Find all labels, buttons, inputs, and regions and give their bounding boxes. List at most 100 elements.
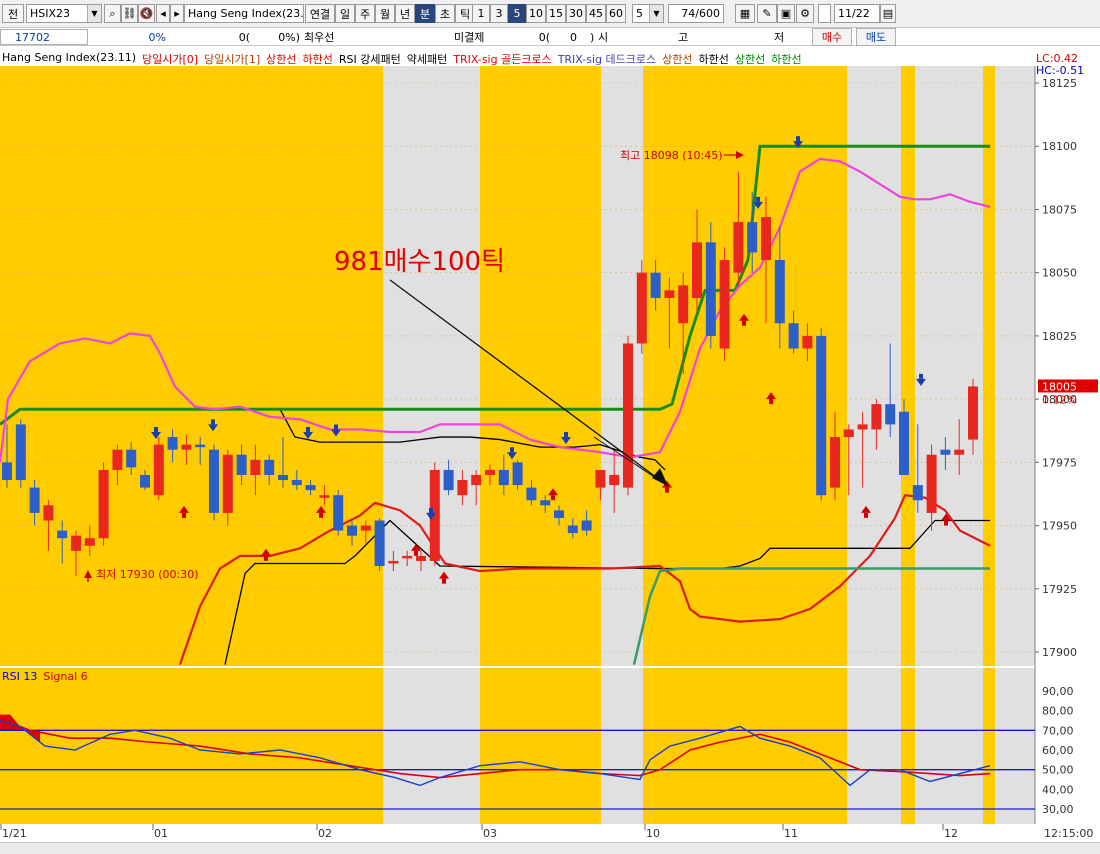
candle-body: [140, 474, 150, 488]
symbol-select[interactable]: HSIX23 ▼: [26, 4, 102, 23]
legend-item[interactable]: 상한선: [266, 51, 296, 67]
price-tick-label: 18125: [1042, 77, 1077, 90]
candle-body: [595, 469, 606, 488]
period-button[interactable]: 월: [375, 4, 395, 23]
scroll-right-icon[interactable]: ▸: [170, 4, 184, 23]
period-button[interactable]: 연결: [305, 4, 335, 23]
date-checkbox[interactable]: [818, 4, 831, 23]
session-band: [383, 668, 480, 824]
legend-item[interactable]: 하한선: [303, 51, 333, 67]
candle-body: [153, 444, 164, 496]
link-icon[interactable]: ⛓: [121, 4, 138, 23]
buy-arrow-icon: [864, 512, 868, 518]
buy-button[interactable]: 매수: [812, 28, 852, 46]
candle-body: [347, 525, 357, 536]
period-button[interactable]: 년: [395, 4, 415, 23]
legend-item[interactable]: 당일시가[1]: [204, 51, 260, 67]
interval-value: 5: [636, 7, 643, 20]
interval-button[interactable]: 10: [526, 4, 546, 23]
candle-body: [250, 459, 261, 475]
legend-item[interactable]: 하한선: [771, 51, 801, 67]
sell-arrow-icon: [510, 447, 514, 453]
save-icon[interactable]: ▣: [777, 4, 795, 23]
sell-arrow-icon: [796, 136, 800, 142]
legend-item[interactable]: TRIX-sig 데드크로스: [558, 51, 656, 67]
interval-button[interactable]: 30: [566, 4, 586, 23]
candle-body: [733, 222, 744, 273]
price-field: 17702: [0, 29, 88, 45]
candle-body: [416, 555, 426, 561]
legend-item[interactable]: 당일시가[0]: [142, 51, 198, 67]
chevron-down-icon[interactable]: ▼: [649, 5, 663, 22]
session-band: [915, 668, 983, 824]
draw-tool-icon[interactable]: ✎: [757, 4, 777, 23]
candle-body: [319, 495, 330, 498]
candle-body: [291, 480, 302, 486]
candle-body: [236, 454, 247, 475]
count-field[interactable]: 74/600: [668, 4, 724, 23]
name-field[interactable]: Hang Seng Index(23.1: [184, 4, 304, 23]
session-band: [601, 668, 643, 824]
tab-button[interactable]: 전: [2, 4, 24, 23]
sell-button[interactable]: 매도: [856, 28, 896, 46]
interval-button[interactable]: 45: [586, 4, 606, 23]
chart-tool-icon[interactable]: ▦: [735, 4, 755, 23]
legend-item[interactable]: 약세패턴: [407, 51, 447, 67]
candle-body: [774, 260, 785, 324]
legend-item[interactable]: 상한선: [735, 51, 765, 67]
gear-icon[interactable]: ⚙: [796, 4, 814, 23]
legend-item[interactable]: TRIX-sig 골든크로스: [453, 51, 551, 67]
time-label: 01: [154, 827, 168, 840]
date-field[interactable]: 11/22: [834, 4, 880, 23]
mute-icon[interactable]: 🔇: [138, 4, 155, 23]
legend-item[interactable]: 상한선: [662, 51, 692, 67]
candle-body: [554, 510, 564, 518]
rsi-tick-label: 90,00: [1042, 685, 1074, 698]
info-bar: 17702 0% 0( 0%) 최우선 미결제 0( 0 ) 시 고 저 매수 …: [0, 28, 1100, 46]
session-band: [847, 668, 901, 824]
price-tick-label: 17925: [1042, 583, 1077, 596]
market-value: 고: [678, 31, 689, 44]
candle-body: [443, 469, 454, 491]
time-label: 1/21: [2, 827, 27, 840]
interval-button[interactable]: 60: [606, 4, 626, 23]
candle-body: [830, 437, 840, 488]
interval-button[interactable]: 1: [472, 4, 490, 23]
calendar-icon[interactable]: ▤: [880, 4, 896, 23]
buy-arrow-icon: [769, 399, 773, 405]
interval-button[interactable]: 3: [490, 4, 508, 23]
time-label: 12:15:00: [1044, 827, 1093, 840]
sell-arrow-icon: [429, 507, 433, 513]
date-value: 11/22: [838, 7, 870, 20]
candle-body: [747, 222, 758, 253]
period-button[interactable]: 초: [435, 4, 455, 23]
legend-item[interactable]: 하한선: [699, 51, 729, 67]
interval-button[interactable]: 15: [546, 4, 566, 23]
sell-arrow-icon: [211, 419, 215, 425]
legend-item[interactable]: RSI 강세패턴: [339, 51, 401, 67]
symbol-value: HSIX23: [30, 7, 71, 20]
candle-body: [540, 500, 551, 506]
interval-button[interactable]: 5: [508, 4, 526, 23]
candle-body: [15, 424, 26, 481]
scroll-left-icon[interactable]: ◂: [156, 4, 170, 23]
candle-body: [457, 480, 468, 496]
buy-arrow-icon: [944, 520, 948, 526]
price-chart[interactable]: 90,00 80,00 70,00 60,00 50,00 40,00 30,00 1812…: [0, 46, 1100, 842]
candle-body: [719, 260, 730, 349]
interval-select[interactable]: 5 ▼: [632, 4, 664, 23]
period-button[interactable]: 일: [335, 4, 355, 23]
chevron-down-icon[interactable]: ▼: [87, 5, 101, 22]
buy-arrow-icon: [442, 578, 446, 584]
legend-item[interactable]: Hang Seng Index(23.11): [2, 51, 136, 67]
search-icon[interactable]: ⌕: [104, 4, 121, 23]
panel-divider: [0, 666, 1035, 668]
period-button[interactable]: 분: [415, 4, 435, 23]
candle-body: [71, 535, 81, 551]
session-band: [983, 66, 995, 666]
bottom-scrollbar[interactable]: [0, 842, 1100, 854]
session-band: [901, 66, 915, 666]
period-button[interactable]: 주: [355, 4, 375, 23]
market-label: 시: [598, 31, 609, 44]
high-label: 최고 18098 (10:45): [620, 149, 723, 162]
